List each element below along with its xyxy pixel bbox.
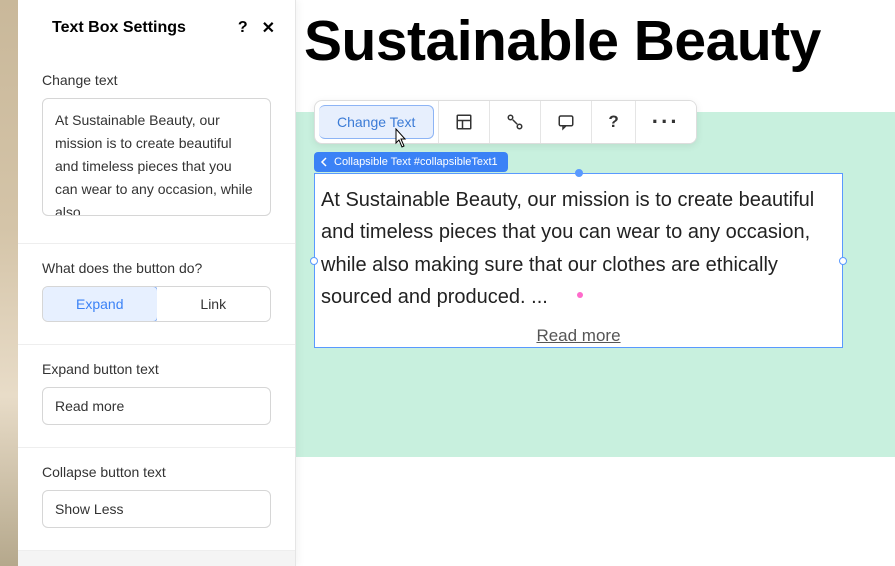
resize-handle-top[interactable] (575, 169, 583, 177)
close-icon[interactable]: ✕ (262, 18, 275, 38)
more-icon[interactable]: ··· (635, 101, 696, 143)
help-button[interactable]: ? (591, 101, 634, 143)
collapse-text-label: Collapse button text (42, 464, 271, 480)
help-icon[interactable]: ? (238, 19, 248, 37)
panel-body: Change text What does the button do? Exp… (18, 52, 295, 566)
text-cursor-marker (577, 292, 583, 298)
page-title[interactable]: Sustainable Beauty (296, 0, 895, 78)
read-more-row: Read more (315, 326, 842, 346)
expand-option[interactable]: Expand (42, 286, 158, 322)
panel-title: Text Box Settings (52, 19, 186, 37)
seo-section-header[interactable]: SEO & accessibility (18, 551, 295, 566)
expand-text-label: Expand button text (42, 361, 271, 377)
link-option[interactable]: Link (157, 287, 271, 321)
expand-text-input[interactable] (42, 387, 271, 425)
background-image-strip (0, 0, 18, 566)
read-more-link[interactable]: Read more (536, 326, 620, 345)
element-badge[interactable]: Collapsible Text #collapsibleText1 (314, 152, 508, 172)
layout-icon[interactable] (438, 101, 489, 143)
collapse-text-input[interactable] (42, 490, 271, 528)
collapsible-text-element[interactable]: At Sustainable Beauty, our mission is to… (314, 173, 843, 348)
resize-handle-left[interactable] (310, 257, 318, 265)
comment-icon[interactable] (540, 101, 591, 143)
settings-sidebar: Text Box Settings ? ✕ Change text What d… (0, 0, 296, 566)
editor-canvas: Sustainable Beauty Change Text ? ··· Col… (296, 0, 895, 566)
element-badge-label: Collapsible Text #collapsibleText1 (334, 156, 498, 168)
animation-icon[interactable] (489, 101, 540, 143)
element-toolbar: Change Text ? ··· (314, 100, 697, 144)
change-text-button[interactable]: Change Text (319, 105, 434, 139)
resize-handle-right[interactable] (839, 257, 847, 265)
change-text-input[interactable] (42, 98, 271, 216)
button-action-label: What does the button do? (42, 260, 271, 276)
change-text-label: Change text (42, 72, 271, 88)
button-action-segmented: Expand Link (42, 286, 271, 322)
panel-header: Text Box Settings ? ✕ (18, 0, 295, 52)
